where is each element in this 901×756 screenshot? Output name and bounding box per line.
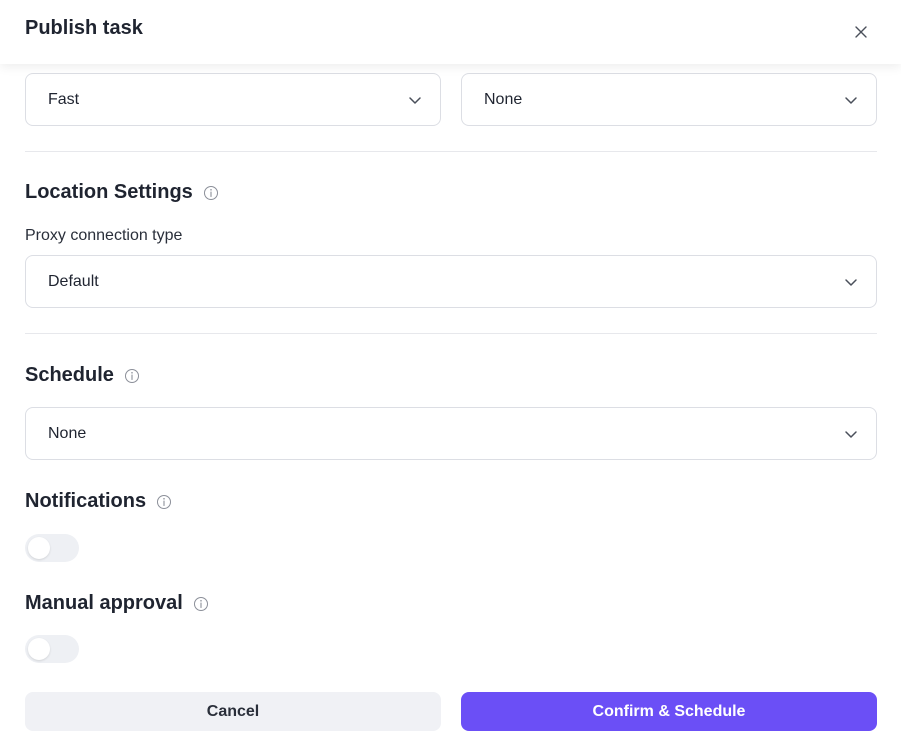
proxy-connection-label: Proxy connection type bbox=[25, 227, 183, 244]
chevron-down-icon bbox=[845, 97, 857, 104]
chevron-down-icon bbox=[845, 279, 857, 286]
divider bbox=[25, 333, 877, 334]
chevron-down-icon bbox=[409, 97, 421, 104]
speed-select[interactable]: Fast bbox=[25, 73, 441, 126]
secondary-select[interactable]: None bbox=[461, 73, 877, 126]
confirm-schedule-button[interactable]: Confirm & Schedule bbox=[461, 692, 877, 731]
close-icon bbox=[855, 26, 867, 38]
schedule-title: Schedule bbox=[25, 364, 114, 386]
location-settings-heading: Location Settings bbox=[25, 181, 219, 204]
info-icon[interactable] bbox=[124, 368, 140, 384]
toggle-knob bbox=[28, 638, 50, 660]
speed-select-value: Fast bbox=[48, 90, 80, 108]
schedule-value: None bbox=[48, 424, 87, 442]
manual-approval-heading: Manual approval bbox=[25, 592, 209, 615]
dialog-title: Publish task bbox=[25, 17, 143, 39]
schedule-select[interactable]: None bbox=[25, 407, 877, 460]
info-icon[interactable] bbox=[156, 494, 172, 510]
divider bbox=[25, 151, 877, 152]
proxy-connection-select[interactable]: Default bbox=[25, 255, 877, 308]
manual-approval-title: Manual approval bbox=[25, 592, 183, 614]
proxy-connection-value: Default bbox=[48, 272, 99, 290]
schedule-heading: Schedule bbox=[25, 364, 140, 387]
info-icon[interactable] bbox=[203, 185, 219, 201]
notifications-title: Notifications bbox=[25, 490, 147, 512]
close-button[interactable] bbox=[846, 17, 876, 47]
notifications-heading: Notifications bbox=[25, 490, 172, 513]
manual-approval-toggle[interactable] bbox=[25, 635, 79, 663]
notifications-toggle[interactable] bbox=[25, 534, 79, 562]
info-icon[interactable] bbox=[193, 596, 209, 612]
dialog-header: Publish task bbox=[0, 0, 901, 64]
toggle-knob bbox=[28, 537, 50, 559]
chevron-down-icon bbox=[845, 431, 857, 438]
cancel-button[interactable]: Cancel bbox=[25, 692, 441, 731]
location-settings-title: Location Settings bbox=[25, 181, 193, 203]
secondary-select-value: None bbox=[484, 90, 523, 108]
